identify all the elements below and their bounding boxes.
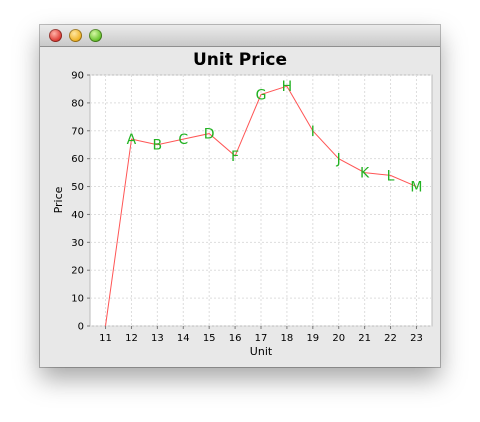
point-label: K [360, 166, 370, 182]
x-tick-label: 14 [177, 333, 190, 344]
y-tick-label: 80 [71, 98, 84, 109]
x-tick-label: 21 [358, 333, 371, 344]
x-axis-label: Unit [250, 345, 273, 358]
point-label: D [204, 127, 215, 143]
x-tick-label: 23 [410, 333, 423, 344]
x-tick-label: 18 [281, 333, 294, 344]
x-tick-label: 12 [125, 333, 138, 344]
chart-panel: Unit Price 11 12 13 14 15 16 17 18 19 20 21 22 23 0 10… [40, 47, 440, 367]
point-label: M [410, 180, 422, 196]
x-tick-label: 17 [255, 333, 268, 344]
y-tick-label: 90 [71, 71, 84, 82]
point-label: L [387, 168, 395, 184]
y-tick-label: 0 [78, 322, 84, 333]
point-label: F [231, 149, 239, 165]
x-tick-label: 11 [99, 333, 112, 344]
x-tick-label: 22 [384, 333, 397, 344]
point-label: A [127, 132, 137, 148]
minimize-window-icon[interactable] [69, 29, 82, 42]
y-tick-label: 60 [71, 154, 84, 165]
point-label: I [311, 124, 315, 140]
chart-window: Unit Price 11 12 13 14 15 16 17 18 19 20 21 22 23 0 10… [40, 25, 440, 367]
point-label: B [153, 138, 163, 154]
point-label: G [256, 88, 267, 104]
y-axis-label: Price [52, 186, 65, 213]
x-tick-label: 13 [151, 333, 164, 344]
chart-title: Unit Price [193, 50, 287, 70]
point-label: J [336, 152, 341, 168]
x-tick-label: 20 [332, 333, 345, 344]
point-label: H [282, 79, 293, 95]
y-tick-label: 50 [71, 182, 84, 193]
y-tick-label: 30 [71, 238, 84, 249]
zoom-window-icon[interactable] [89, 29, 102, 42]
y-tick-label: 10 [71, 294, 84, 305]
close-window-icon[interactable] [49, 29, 62, 42]
y-tick-label: 70 [71, 126, 84, 137]
x-tick-label: 19 [306, 333, 319, 344]
line-chart: Unit Price 11 12 13 14 15 16 17 18 19 20 21 22 23 0 10… [52, 50, 433, 358]
x-tick-label: 15 [203, 333, 216, 344]
title-bar[interactable] [40, 25, 440, 47]
point-label: C [178, 132, 188, 148]
x-tick-label: 16 [229, 333, 242, 344]
y-tick-label: 40 [71, 210, 84, 221]
y-tick-label: 20 [71, 266, 84, 277]
